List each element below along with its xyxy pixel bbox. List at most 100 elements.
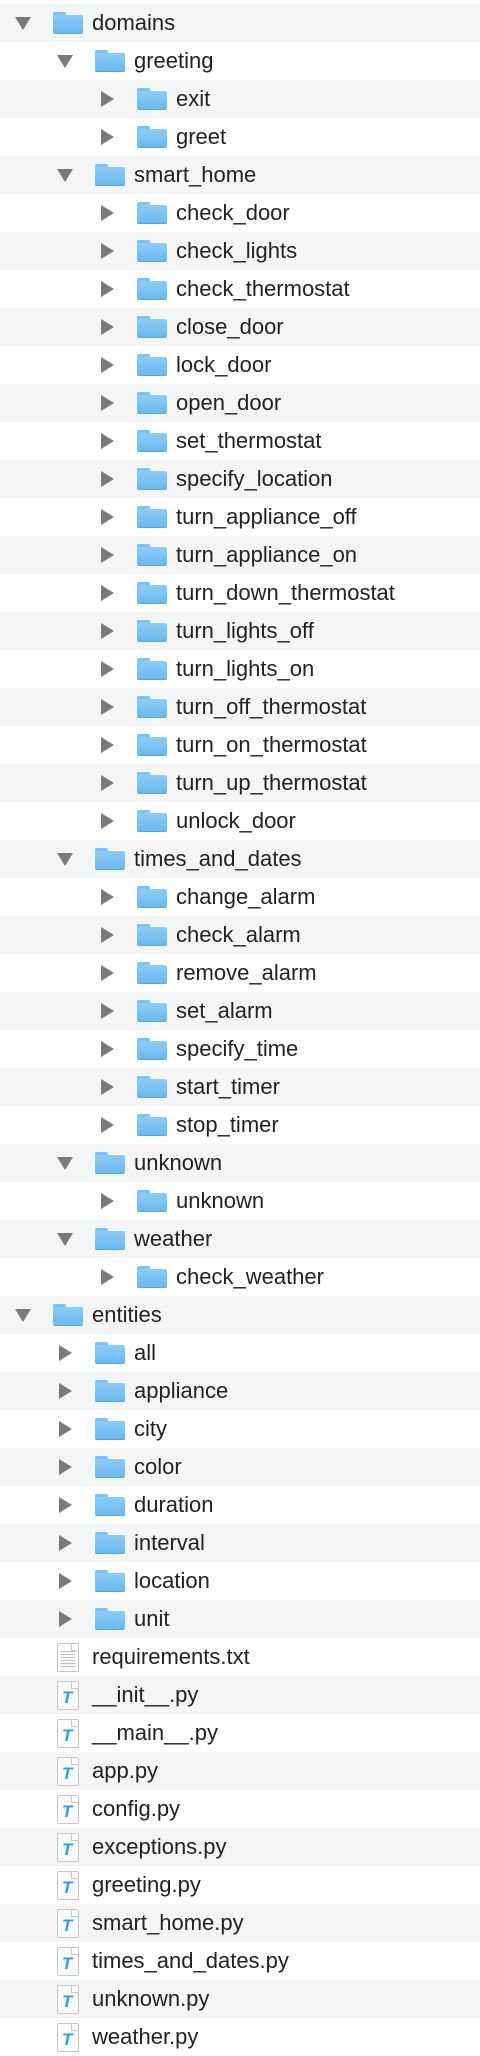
folder-row[interactable]: turn_off_thermostat: [0, 688, 480, 726]
disclosure-triangle-right-icon[interactable]: [100, 282, 114, 296]
folder-row[interactable]: change_alarm: [0, 878, 480, 916]
disclosure-triangle-right-icon[interactable]: [58, 1384, 72, 1398]
folder-row[interactable]: turn_appliance_off: [0, 498, 480, 536]
folder-row[interactable]: city: [0, 1410, 480, 1448]
folder-row[interactable]: turn_appliance_on: [0, 536, 480, 574]
file-row[interactable]: Tweather.py: [0, 2018, 480, 2056]
folder-row[interactable]: exit: [0, 80, 480, 118]
disclosure-triangle-right-icon[interactable]: [100, 244, 114, 258]
disclosure-triangle-right-icon[interactable]: [100, 624, 114, 638]
folder-row[interactable]: turn_up_thermostat: [0, 764, 480, 802]
folder-row[interactable]: greet: [0, 118, 480, 156]
folder-row[interactable]: check_thermostat: [0, 270, 480, 308]
disclosure-triangle-right-icon[interactable]: [100, 700, 114, 714]
file-row[interactable]: Ttimes_and_dates.py: [0, 1942, 480, 1980]
folder-row[interactable]: check_door: [0, 194, 480, 232]
folder-row[interactable]: stop_timer: [0, 1106, 480, 1144]
disclosure-triangle-right-icon[interactable]: [100, 92, 114, 106]
folder-row[interactable]: turn_down_thermostat: [0, 574, 480, 612]
disclosure-triangle-down-icon[interactable]: [16, 16, 30, 30]
folder-row[interactable]: domains: [0, 4, 480, 42]
disclosure-triangle-right-icon[interactable]: [100, 472, 114, 486]
folder-row[interactable]: check_alarm: [0, 916, 480, 954]
folder-row[interactable]: greeting: [0, 42, 480, 80]
disclosure-triangle-right-icon[interactable]: [100, 928, 114, 942]
file-row[interactable]: Tapp.py: [0, 1752, 480, 1790]
file-row[interactable]: Tconfig.py: [0, 1790, 480, 1828]
file-row[interactable]: T __init__.py: [0, 1676, 480, 1714]
disclosure-triangle-right-icon[interactable]: [100, 510, 114, 524]
folder-row[interactable]: check_weather: [0, 1258, 480, 1296]
disclosure-triangle-right-icon[interactable]: [58, 1574, 72, 1588]
disclosure-triangle-right-icon[interactable]: [100, 1194, 114, 1208]
disclosure-triangle-right-icon[interactable]: [100, 396, 114, 410]
disclosure-triangle-right-icon[interactable]: [100, 358, 114, 372]
file-row[interactable]: Tsmart_home.py: [0, 1904, 480, 1942]
folder-row[interactable]: duration: [0, 1486, 480, 1524]
folder-row[interactable]: unknown: [0, 1182, 480, 1220]
file-row[interactable]: T __main__.py: [0, 1714, 480, 1752]
folder-row[interactable]: check_lights: [0, 232, 480, 270]
disclosure-triangle-right-icon[interactable]: [58, 1460, 72, 1474]
disclosure-triangle-right-icon[interactable]: [100, 776, 114, 790]
folder-row[interactable]: set_thermostat: [0, 422, 480, 460]
disclosure-triangle-down-icon[interactable]: [58, 54, 72, 68]
folder-row[interactable]: unlock_door: [0, 802, 480, 840]
disclosure-triangle-right-icon[interactable]: [100, 1118, 114, 1132]
disclosure-triangle-right-icon[interactable]: [100, 1270, 114, 1284]
folder-row[interactable]: set_alarm: [0, 992, 480, 1030]
item-label: greeting.py: [92, 1872, 201, 1897]
file-row[interactable]: requirements.txt: [0, 1638, 480, 1676]
disclosure-triangle-right-icon[interactable]: [100, 814, 114, 828]
folder-row[interactable]: turn_lights_on: [0, 650, 480, 688]
disclosure-triangle-right-icon[interactable]: [100, 1004, 114, 1018]
disclosure-triangle-right-icon[interactable]: [58, 1612, 72, 1626]
folder-row[interactable]: interval: [0, 1524, 480, 1562]
disclosure-triangle-right-icon[interactable]: [100, 662, 114, 676]
python-file-icon: T: [57, 1946, 79, 1976]
folder-row[interactable]: close_door: [0, 308, 480, 346]
disclosure-triangle-right-icon[interactable]: [100, 1080, 114, 1094]
file-row[interactable]: Tunknown.py: [0, 1980, 480, 2018]
disclosure-triangle-right-icon[interactable]: [100, 548, 114, 562]
folder-row[interactable]: location: [0, 1562, 480, 1600]
disclosure-triangle-right-icon[interactable]: [58, 1498, 72, 1512]
folder-row[interactable]: turn_on_thermostat: [0, 726, 480, 764]
folder-row[interactable]: lock_door: [0, 346, 480, 384]
disclosure-triangle-right-icon[interactable]: [100, 206, 114, 220]
disclosure-triangle-down-icon[interactable]: [16, 1308, 30, 1322]
python-file-icon: T: [57, 1718, 79, 1748]
folder-row[interactable]: all: [0, 1334, 480, 1372]
disclosure-triangle-right-icon[interactable]: [100, 1042, 114, 1056]
disclosure-triangle-down-icon[interactable]: [58, 1232, 72, 1246]
disclosure-triangle-right-icon[interactable]: [100, 434, 114, 448]
folder-row[interactable]: unknown: [0, 1144, 480, 1182]
disclosure-triangle-right-icon[interactable]: [100, 966, 114, 980]
disclosure-triangle-down-icon[interactable]: [58, 168, 72, 182]
disclosure-triangle-right-icon[interactable]: [100, 130, 114, 144]
folder-row[interactable]: entities: [0, 1296, 480, 1334]
folder-row[interactable]: open_door: [0, 384, 480, 422]
disclosure-triangle-right-icon[interactable]: [58, 1536, 72, 1550]
disclosure-triangle-right-icon[interactable]: [58, 1346, 72, 1360]
folder-row[interactable]: appliance: [0, 1372, 480, 1410]
folder-row[interactable]: remove_alarm: [0, 954, 480, 992]
disclosure-triangle-right-icon[interactable]: [100, 890, 114, 904]
folder-row[interactable]: turn_lights_off: [0, 612, 480, 650]
folder-row[interactable]: weather: [0, 1220, 480, 1258]
folder-row[interactable]: times_and_dates: [0, 840, 480, 878]
disclosure-triangle-right-icon[interactable]: [58, 1422, 72, 1436]
folder-row[interactable]: unit: [0, 1600, 480, 1638]
folder-row[interactable]: smart_home: [0, 156, 480, 194]
folder-row[interactable]: specify_time: [0, 1030, 480, 1068]
folder-row[interactable]: start_timer: [0, 1068, 480, 1106]
disclosure-triangle-right-icon[interactable]: [100, 738, 114, 752]
disclosure-triangle-right-icon[interactable]: [100, 320, 114, 334]
disclosure-triangle-down-icon[interactable]: [58, 852, 72, 866]
file-row[interactable]: Texceptions.py: [0, 1828, 480, 1866]
folder-row[interactable]: color: [0, 1448, 480, 1486]
disclosure-triangle-right-icon[interactable]: [100, 586, 114, 600]
file-row[interactable]: Tgreeting.py: [0, 1866, 480, 1904]
disclosure-triangle-down-icon[interactable]: [58, 1156, 72, 1170]
folder-row[interactable]: specify_location: [0, 460, 480, 498]
